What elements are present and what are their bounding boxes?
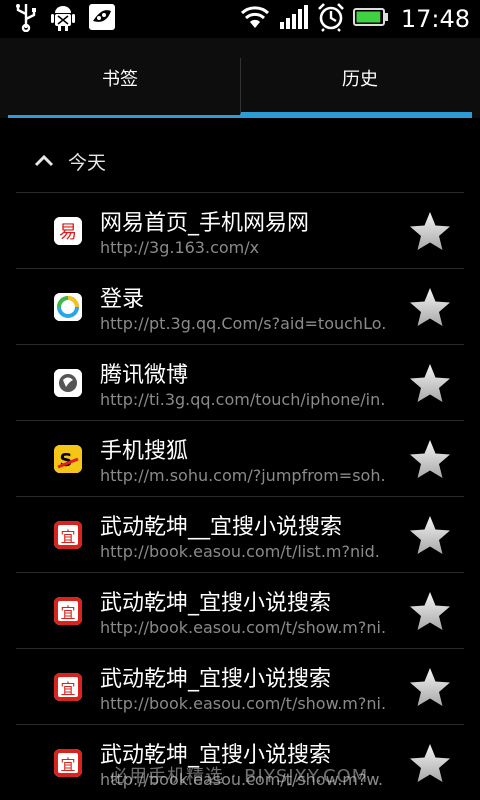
history-url: http://book.easou.com/t/show.m?ni. <box>100 694 387 713</box>
status-left-icons <box>0 2 116 36</box>
status-bar: 17:48 <box>0 0 480 38</box>
netease-icon: 易 <box>54 217 82 245</box>
star-icon[interactable] <box>408 666 452 708</box>
tab-bookmarks[interactable]: 书签 <box>0 38 240 118</box>
easou-glyph: 宜 <box>60 604 75 622</box>
easou-glyph: 宜 <box>60 680 75 698</box>
battery-icon <box>352 7 389 31</box>
star-icon[interactable] <box>408 438 452 480</box>
clock: 17:48 <box>400 5 470 33</box>
history-title: 腾讯微博 <box>100 363 189 388</box>
alarm-icon <box>317 2 345 36</box>
android-debug-icon <box>50 2 76 36</box>
history-title: 网易首页_手机网易网 <box>100 211 310 236</box>
history-url: http://book.easou.com/t/list.m?nid. <box>100 542 380 561</box>
tab-indicator-selected <box>240 112 472 118</box>
history-title: 登录 <box>100 287 145 312</box>
history-list: 易 网易首页_手机网易网 http://3g.163.com/x 登录 http… <box>16 192 464 800</box>
usb-icon <box>14 2 38 36</box>
netease-glyph: 易 <box>59 222 77 243</box>
watermark: 必用手机精选 · BIYSJXY.COM <box>110 766 369 787</box>
tab-label: 书签 <box>102 69 138 90</box>
history-item[interactable]: S 手机搜狐 http://m.sohu.com/?jumpfrom=soh. <box>16 420 464 496</box>
easou-icon: 宜 <box>54 597 82 625</box>
history-item[interactable]: 宜 武动乾坤_宜搜小说搜索 http://book.easou.com/t/sh… <box>16 572 464 648</box>
star-icon[interactable] <box>408 590 452 632</box>
history-url: http://ti.3g.qq.com/touch/iphone/in. <box>100 390 386 409</box>
signal-icon <box>279 4 309 34</box>
tab-history[interactable]: 历史 <box>240 38 480 118</box>
star-icon[interactable] <box>408 514 452 556</box>
easou-icon: 宜 <box>54 521 82 549</box>
section-title: 今天 <box>68 151 107 174</box>
easou-glyph: 宜 <box>60 756 75 774</box>
pea-pod-icon <box>88 3 116 35</box>
history-item[interactable]: 宜 武动乾坤__宜搜小说搜索 http://book.easou.com/t/l… <box>16 496 464 572</box>
tab-divider <box>240 58 241 114</box>
qq-login-icon <box>54 293 82 321</box>
history-title: 武动乾坤_宜搜小说搜索 <box>100 667 332 692</box>
sohu-icon: S <box>54 445 82 473</box>
star-icon[interactable] <box>408 210 452 252</box>
history-item[interactable]: 腾讯微博 http://ti.3g.qq.com/touch/iphone/in… <box>16 344 464 420</box>
history-item[interactable]: 宜 武动乾坤_宜搜小说搜索 http://book.easou.com/t/sh… <box>16 648 464 724</box>
section-header-today[interactable]: 今天 <box>16 130 464 192</box>
easou-icon: 宜 <box>54 749 82 777</box>
wifi-icon <box>239 4 271 34</box>
history-url: http://book.easou.com/t/show.m?ni. <box>100 618 387 637</box>
history-url: http://pt.3g.qq.Com/s?aid=touchLo. <box>100 314 387 333</box>
status-right-icons: 17:48 <box>239 0 470 38</box>
history-item[interactable]: 易 网易首页_手机网易网 http://3g.163.com/x <box>16 192 464 268</box>
tab-label: 历史 <box>342 69 378 90</box>
chevron-up-icon <box>34 152 54 171</box>
history-item[interactable]: 登录 http://pt.3g.qq.Com/s?aid=touchLo. <box>16 268 464 344</box>
star-icon[interactable] <box>408 286 452 328</box>
star-icon[interactable] <box>408 742 452 784</box>
history-title: 武动乾坤_宜搜小说搜索 <box>100 591 332 616</box>
easou-glyph: 宜 <box>60 528 75 546</box>
history-title: 武动乾坤__宜搜小说搜索 <box>100 515 343 540</box>
tencent-weibo-icon <box>54 369 82 397</box>
easou-icon: 宜 <box>54 673 82 701</box>
star-icon[interactable] <box>408 362 452 404</box>
history-url: http://m.sohu.com/?jumpfrom=soh. <box>100 466 386 485</box>
history-title: 手机搜狐 <box>100 439 189 464</box>
tab-indicator <box>8 115 240 118</box>
history-url: http://3g.163.com/x <box>100 238 260 257</box>
